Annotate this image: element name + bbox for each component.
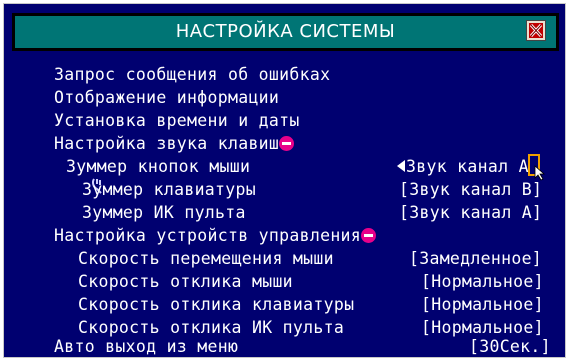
hand-cursor-icon — [528, 154, 546, 181]
menu-item-auto-exit[interactable]: Авто выход из меню — [54, 337, 238, 357]
collapse-icon[interactable] — [361, 228, 377, 243]
settings-window: НАСТРОЙКА СИСТЕМЫ Запрос сообщения об ош… — [3, 3, 566, 358]
menu-item-display-info[interactable]: Отображение информации — [54, 88, 279, 108]
menu-item-mouse-speed[interactable]: Скорость перемещения мыши — [78, 249, 334, 269]
mouse-buzzer-select[interactable]: Звук канал А — [397, 157, 529, 177]
menu-item-control-devices[interactable]: Настройка устройств управления — [54, 226, 377, 246]
mouse-buzzer-value: Звук канал А — [406, 157, 529, 176]
collapse-icon[interactable] — [279, 136, 295, 151]
ir-response-value[interactable]: [Нормальное] — [421, 318, 544, 338]
menu-item-ir-buzzer[interactable]: Зуммер ИК пульта — [82, 203, 246, 223]
key-sound-label: Настройка звука клавиш — [54, 134, 280, 153]
control-devices-label: Настройка устройств управления — [54, 226, 362, 245]
menu-item-error-request[interactable]: Запрос сообщения об ошибках — [54, 65, 330, 85]
close-icon[interactable] — [526, 20, 546, 41]
menu-item-set-time-date[interactable]: Установка времени и даты — [54, 111, 300, 131]
title-bar: НАСТРОЙКА СИСТЕМЫ — [12, 13, 559, 51]
kbd-response-value[interactable]: [Нормальное] — [421, 295, 544, 315]
menu-item-mouse-response[interactable]: Скорость отклика мыши — [78, 272, 293, 292]
menu-item-kbd-buzzer[interactable]: Зуммер клавиатуры — [82, 180, 256, 200]
window-title: НАСТРОЙКА СИСТЕМЫ — [175, 21, 396, 42]
mouse-response-value[interactable]: [Нормальное] — [421, 272, 544, 292]
menu-item-key-sound[interactable]: Настройка звука клавиш — [54, 134, 295, 154]
mouse-speed-value[interactable]: [Замедленное] — [409, 249, 542, 269]
menu-item-ir-response[interactable]: Скорость отклика ИК пульта — [78, 318, 344, 338]
kbd-buzzer-value[interactable]: [Звук канал В] — [399, 180, 542, 200]
menu-item-kbd-response[interactable]: Скорость отклика клавиатуры — [78, 295, 354, 315]
ir-buzzer-value[interactable]: [Звук канал А] — [399, 203, 542, 223]
arrow-left-icon[interactable] — [397, 160, 405, 172]
auto-exit-value[interactable]: [30Сек.] — [469, 337, 551, 357]
menu-item-mouse-buzzer[interactable]: Зуммер кнопок мыши — [66, 157, 250, 177]
